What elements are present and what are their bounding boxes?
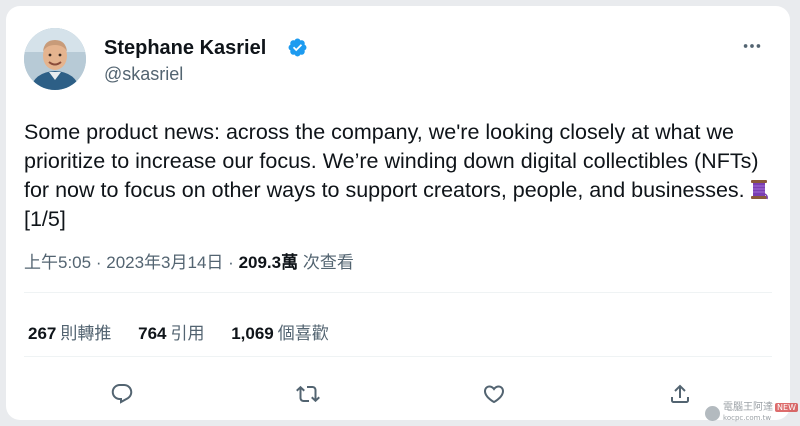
action-bar xyxy=(24,374,772,414)
tweet-meta: 上午5:05 · 2023年3月14日 · 209.3萬 次查看 xyxy=(24,248,354,273)
likes-count: 1,069 xyxy=(231,324,274,343)
meta-separator: · xyxy=(228,253,234,272)
share-icon xyxy=(671,384,689,403)
likes-label: 個喜歡 xyxy=(277,324,329,343)
avatar-photo xyxy=(24,28,86,90)
quotes-label: 引用 xyxy=(170,324,205,343)
watermark-logo xyxy=(705,405,721,421)
more-options-button[interactable] xyxy=(738,32,766,60)
reply-button[interactable] xyxy=(102,374,142,414)
watermark-title: 電腦王阿達 xyxy=(723,402,774,413)
thread-marker: [1/5] xyxy=(24,207,66,231)
watermark-tag: NEW xyxy=(775,403,798,412)
quotes-stat[interactable]: 764 引用 xyxy=(138,319,204,344)
views-count: 209.3萬 xyxy=(238,253,299,272)
divider xyxy=(24,292,772,293)
retweets-label: 則轉推 xyxy=(60,324,112,343)
tweet-header: Stephane Kasriel @skasriel xyxy=(24,28,772,98)
spool-of-thread-icon xyxy=(750,180,768,200)
author-avatar[interactable] xyxy=(24,28,86,90)
retweets-count: 267 xyxy=(28,324,57,343)
tweet-body: Some product news: across the company, w… xyxy=(24,120,759,202)
watermark-site: kocpc.com.tw xyxy=(723,414,772,422)
likes-stat[interactable]: 1,069 個喜歡 xyxy=(231,319,329,344)
tweet-date[interactable]: 2023年3月14日 xyxy=(106,253,223,272)
author-handle[interactable]: @skasriel xyxy=(104,64,183,85)
share-button[interactable] xyxy=(660,374,700,414)
more-horizontal-icon xyxy=(743,44,761,48)
site-watermark: 電腦王阿達 NEW kocpc.com.tw xyxy=(705,402,798,424)
tweet-time[interactable]: 上午5:05 xyxy=(24,253,91,272)
retweet-icon xyxy=(296,385,320,403)
like-button[interactable] xyxy=(474,374,514,414)
verified-badge-icon xyxy=(288,38,307,57)
views-label: 次查看 xyxy=(302,253,354,272)
meta-separator: · xyxy=(95,253,102,272)
divider xyxy=(24,356,772,357)
tweet-text: Some product news: across the company, w… xyxy=(24,118,774,234)
like-icon xyxy=(483,385,505,404)
author-display-name[interactable]: Stephane Kasriel xyxy=(104,37,266,60)
retweet-button[interactable] xyxy=(288,374,328,414)
reply-icon xyxy=(111,384,133,404)
quotes-count: 764 xyxy=(138,324,167,343)
engagement-stats: 267 則轉推 764 引用 1,069 個喜歡 xyxy=(28,319,351,344)
tweet-card: Stephane Kasriel @skasriel Some product … xyxy=(6,6,790,420)
retweets-stat[interactable]: 267 則轉推 xyxy=(28,319,111,344)
watermark-text-block: 電腦王阿達 NEW kocpc.com.tw xyxy=(723,402,798,424)
